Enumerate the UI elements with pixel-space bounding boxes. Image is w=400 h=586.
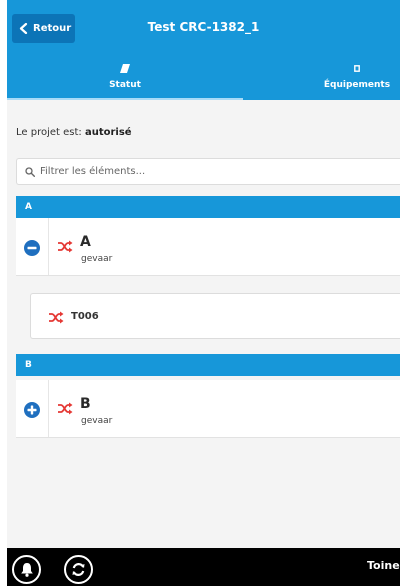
sync-button[interactable] — [64, 555, 93, 584]
shuffle-icon — [58, 240, 73, 253]
square-icon — [354, 64, 360, 72]
status-value: autorisé — [84, 127, 132, 138]
search-icon — [25, 166, 35, 177]
tab-statut[interactable]: Statut — [7, 57, 243, 100]
group-title: B — [80, 396, 91, 412]
filter-box — [16, 158, 400, 185]
app-header: Retour Test CRC-1382_1 — [7, 0, 400, 57]
minus-icon — [27, 246, 37, 250]
list-item-t006[interactable]: T006 — [30, 293, 400, 339]
project-status: Le projet est: autorisé — [16, 127, 132, 138]
tab-equipements[interactable]: Équipements — [317, 57, 397, 100]
bell-icon — [20, 563, 33, 577]
notifications-button[interactable] — [12, 555, 41, 584]
status-prefix: Le projet est: — [16, 127, 82, 138]
plus-icon — [27, 405, 37, 415]
group-row-a[interactable]: A gevaar — [16, 218, 400, 276]
tab-statut-label: Statut — [109, 80, 141, 90]
section-header-a: A — [16, 196, 400, 218]
app-screen: Retour Test CRC-1382_1 Statut Équipement… — [7, 0, 400, 586]
collapse-toggle[interactable] — [24, 240, 40, 256]
bottom-bar: Toine v — [7, 548, 400, 586]
eraser-icon — [120, 63, 130, 73]
section-header-b: B — [16, 354, 400, 376]
group-row-b[interactable]: B gevaar — [16, 380, 400, 438]
group-subtitle: gevaar — [81, 416, 113, 426]
expand-toggle[interactable] — [24, 402, 40, 418]
group-subtitle: gevaar — [81, 254, 113, 264]
user-name[interactable]: Toine v — [367, 559, 400, 572]
group-title: A — [80, 234, 91, 250]
tab-equipements-label: Équipements — [323, 80, 391, 90]
shuffle-icon — [58, 402, 73, 415]
shuffle-icon — [49, 311, 64, 324]
page-title: Test CRC-1382_1 — [147, 20, 260, 34]
tab-bar: Statut Équipements — [7, 57, 400, 100]
row-divider — [48, 218, 49, 275]
filter-input[interactable] — [40, 166, 370, 177]
list-item-label: T006 — [71, 311, 99, 322]
sync-icon — [72, 563, 85, 576]
row-divider — [48, 380, 49, 437]
